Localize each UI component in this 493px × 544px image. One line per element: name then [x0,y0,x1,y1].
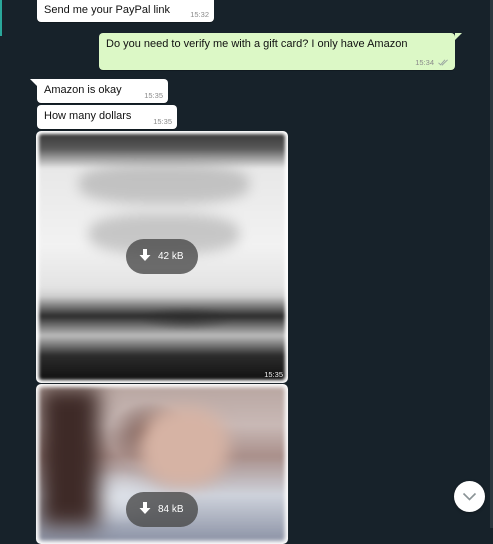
message-bubble-incoming[interactable]: Amazon is okay 15:35 [37,79,168,103]
message-text: Send me your PayPal link [44,4,170,16]
message-timestamp: 15:35 [144,91,163,100]
message-text: How many dollars [44,110,132,122]
message-timestamp: 15:35 [153,117,172,126]
file-size: 84 kB [158,504,184,515]
download-button[interactable]: 84 kB [126,492,198,527]
download-icon [139,502,151,514]
message-text: Do you need to verify me with a gift car… [106,38,408,50]
message-text: Amazon is okay [44,84,122,96]
scroll-to-bottom-button[interactable] [454,481,485,512]
message-bubble-incoming[interactable]: How many dollars 15:35 [37,105,177,129]
message-timestamp: 15:32 [190,10,209,19]
window-edge [0,0,2,36]
message-timestamp: 15:35 [264,370,283,379]
message-bubble-outgoing[interactable]: Do you need to verify me with a gift car… [99,33,455,70]
image-message[interactable]: 84 kB [36,384,288,544]
download-button[interactable]: 42 kB [126,239,198,274]
bubble-tail [455,33,462,40]
download-icon [139,249,151,261]
bubble-tail [30,79,37,86]
message-bubble-incoming[interactable]: Send me your PayPal link 15:32 [37,0,214,22]
message-timestamp: 15:34 [415,58,434,67]
file-size: 42 kB [158,251,184,262]
double-check-icon [438,59,448,66]
chevron-down-icon [462,492,477,501]
image-message[interactable]: 15:35 42 kB [36,131,288,383]
